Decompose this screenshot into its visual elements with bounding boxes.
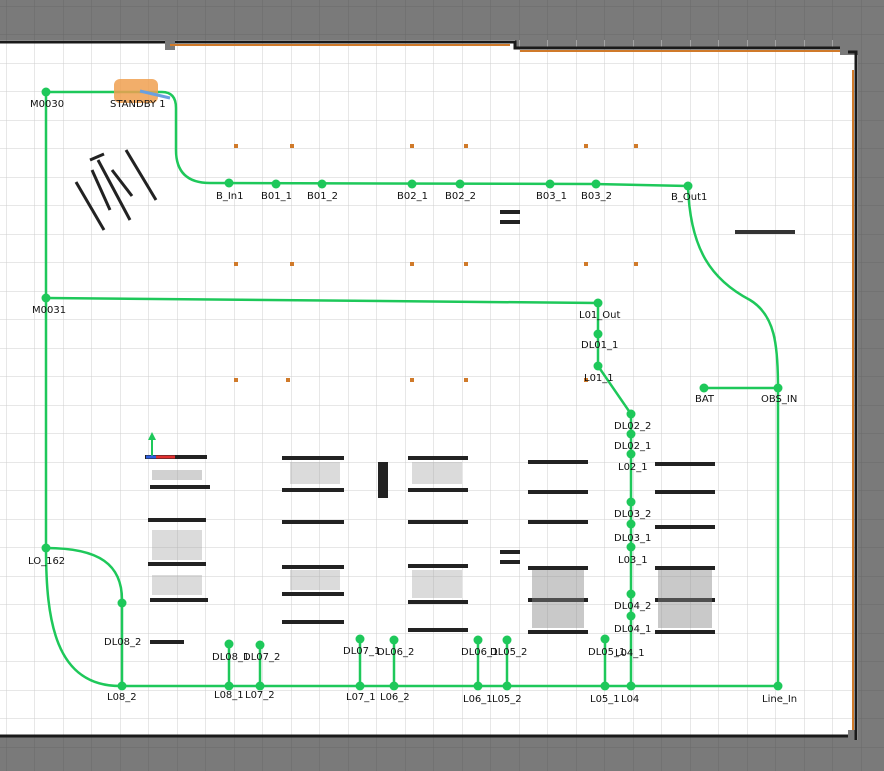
node-label: DL07_2 xyxy=(243,652,280,663)
node-marker[interactable] xyxy=(593,361,603,371)
node-label: DL07_1 xyxy=(343,646,380,657)
node-label: B02_2 xyxy=(445,191,476,202)
node-label: B01_2 xyxy=(307,191,338,202)
node-label: L06_2 xyxy=(380,692,410,703)
node-marker[interactable] xyxy=(626,611,636,621)
node-label: L05_1 xyxy=(590,694,620,705)
node-label: L08_1 xyxy=(214,690,244,701)
node-marker[interactable] xyxy=(626,429,636,439)
node-marker[interactable] xyxy=(626,542,636,552)
node-label: L03_1 xyxy=(618,555,648,566)
node-marker[interactable] xyxy=(389,681,399,691)
node-marker[interactable] xyxy=(600,634,610,644)
node-marker[interactable] xyxy=(455,179,465,189)
node-marker[interactable] xyxy=(389,635,399,645)
node-marker[interactable] xyxy=(626,519,636,529)
node-marker[interactable] xyxy=(626,681,636,691)
node-label: STANDBY 1 xyxy=(110,99,166,110)
node-marker[interactable] xyxy=(355,681,365,691)
node-marker[interactable] xyxy=(626,409,636,419)
node-label: B_In1 xyxy=(216,191,244,202)
node-label: DL03_1 xyxy=(614,533,651,544)
node-marker[interactable] xyxy=(117,598,127,608)
node-label: DL06_2 xyxy=(377,647,414,658)
node-label: LO_162 xyxy=(28,556,65,567)
node-marker[interactable] xyxy=(473,681,483,691)
node-label: Line_In xyxy=(762,694,797,705)
node-marker[interactable] xyxy=(502,635,512,645)
node-label: L06_1 xyxy=(463,694,493,705)
node-label: DL05_2 xyxy=(490,647,527,658)
node-label: B_Out1 xyxy=(671,192,707,203)
node-marker[interactable] xyxy=(317,179,327,189)
node-marker[interactable] xyxy=(41,87,51,97)
node-label: B03_1 xyxy=(536,191,567,202)
node-marker[interactable] xyxy=(593,298,603,308)
node-marker[interactable] xyxy=(591,179,601,189)
node-marker[interactable] xyxy=(545,179,555,189)
route-node[interactable]: STANDBY 1 xyxy=(110,99,166,110)
node-marker[interactable] xyxy=(473,635,483,645)
node-marker[interactable] xyxy=(699,383,709,393)
node-label: L07_2 xyxy=(245,690,275,701)
node-label: DL08_2 xyxy=(104,637,141,648)
node-label: DL03_2 xyxy=(614,509,651,520)
route-node[interactable]: L04_1 xyxy=(615,648,645,659)
node-marker[interactable] xyxy=(626,589,636,599)
node-label: DL04_2 xyxy=(614,601,651,612)
node-marker[interactable] xyxy=(626,449,636,459)
node-marker[interactable] xyxy=(224,178,234,188)
node-label: B02_1 xyxy=(397,191,428,202)
node-marker[interactable] xyxy=(773,383,783,393)
node-label: B01_1 xyxy=(261,191,292,202)
node-marker[interactable] xyxy=(502,681,512,691)
node-marker[interactable] xyxy=(271,179,281,189)
node-label: M0030 xyxy=(30,99,64,110)
node-label: DL01_1 xyxy=(581,340,618,351)
node-marker[interactable] xyxy=(773,681,783,691)
node-label: L04 xyxy=(621,694,639,705)
node-label: BAT xyxy=(695,394,715,405)
node-label: OBS_IN xyxy=(761,394,797,405)
node-marker[interactable] xyxy=(41,293,51,303)
node-marker[interactable] xyxy=(117,681,127,691)
node-label: L01_1 xyxy=(584,373,614,384)
node-label: L07_1 xyxy=(346,692,376,703)
node-label: L02_1 xyxy=(618,462,648,473)
node-marker[interactable] xyxy=(224,639,234,649)
node-label: M0031 xyxy=(32,305,66,316)
node-label: L04_1 xyxy=(615,648,645,659)
node-marker[interactable] xyxy=(407,179,417,189)
node-marker[interactable] xyxy=(255,640,265,650)
node-label: L08_2 xyxy=(107,692,137,703)
node-marker[interactable] xyxy=(626,497,636,507)
node-marker[interactable] xyxy=(355,634,365,644)
warehouse-map[interactable]: M0030 STANDBY 1 B_In1 B01_1 B01_2 B02_1 B02_2 B… xyxy=(0,0,884,771)
node-marker[interactable] xyxy=(41,543,51,553)
node-label: L05_2 xyxy=(492,694,522,705)
node-marker[interactable] xyxy=(683,181,693,191)
node-marker[interactable] xyxy=(600,681,610,691)
node-marker[interactable] xyxy=(593,329,603,339)
node-label: DL04_1 xyxy=(614,624,651,635)
node-label: L01_Out xyxy=(579,310,621,321)
node-label: B03_2 xyxy=(581,191,612,202)
